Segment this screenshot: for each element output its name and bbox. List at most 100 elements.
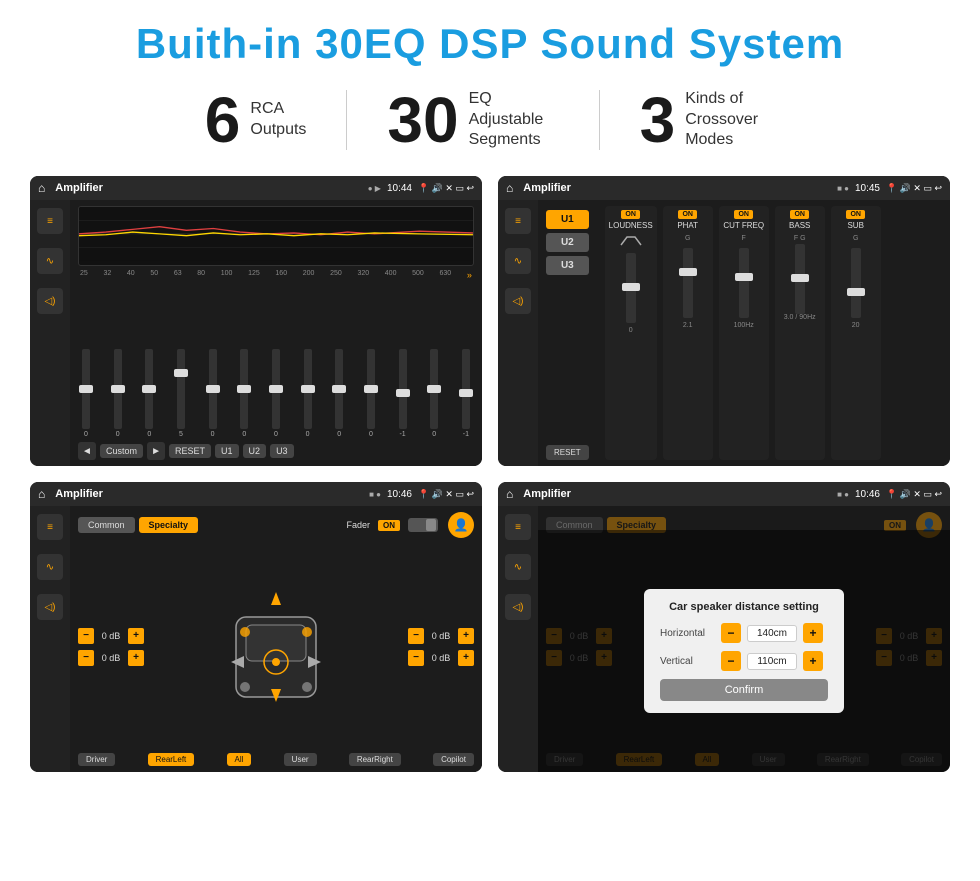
eq-slider-2[interactable]: 0 <box>145 349 153 438</box>
eq-slider-12[interactable]: -1 <box>462 349 470 438</box>
horizontal-value: 140cm <box>747 625 797 642</box>
u3-btn[interactable]: U3 <box>270 444 294 458</box>
fader-on: ON <box>378 520 400 531</box>
stat-rca-number: 6 <box>205 88 241 152</box>
main-title: Buith-in 30EQ DSP Sound System <box>30 20 950 68</box>
db-plus-bl[interactable]: + <box>128 650 144 666</box>
freq-labels: 2532405063 80100125160200 25032040050063… <box>78 270 474 280</box>
screens-grid: ⌂ Amplifier ● ▶ 10:44 📍 🔊 ✕ ▭ ↩ ≡ ∿ ◁) <box>30 176 950 772</box>
db-plus-tl[interactable]: + <box>128 628 144 644</box>
channel-loudness: ON LOUDNESS 0 <box>605 206 657 460</box>
person-icon[interactable]: 👤 <box>448 512 474 538</box>
phat-slider[interactable] <box>683 248 693 318</box>
preset-u3[interactable]: U3 <box>546 256 589 275</box>
screen3-icons: 📍 🔊 ✕ ▭ ↩ <box>418 489 474 500</box>
all-btn[interactable]: All <box>227 753 252 766</box>
speaker-controls-left: − 0 dB + − 0 dB + <box>78 544 144 749</box>
eq-graph <box>78 206 474 266</box>
crossover-tabs: Common Specialty Fader ON 👤 <box>78 512 474 538</box>
preset-buttons: U1 U2 U3 RESET <box>546 206 589 460</box>
preset-u2[interactable]: U2 <box>546 233 589 252</box>
wave-icon-2[interactable]: ∿ <box>505 248 531 274</box>
sub-slider[interactable] <box>851 248 861 318</box>
preset-u1[interactable]: U1 <box>546 210 589 229</box>
eq-slider-4[interactable]: 0 <box>209 349 217 438</box>
tab-common[interactable]: Common <box>78 517 135 533</box>
horizontal-label: Horizontal <box>660 628 715 639</box>
car-diagram <box>152 544 400 749</box>
speaker-icon[interactable]: ◁) <box>37 288 63 314</box>
eq-slider-0[interactable]: 0 <box>82 349 90 438</box>
next-arrow[interactable]: ► <box>147 442 165 460</box>
eq-icon[interactable]: ≡ <box>37 208 63 234</box>
eq-slider-6[interactable]: 0 <box>272 349 280 438</box>
reset-btn[interactable]: RESET <box>169 444 211 458</box>
u2-btn[interactable]: U2 <box>243 444 267 458</box>
eq-main: 2532405063 80100125160200 25032040050063… <box>70 200 482 466</box>
screen2-title: Amplifier <box>523 182 831 194</box>
eq-slider-5[interactable]: 0 <box>240 349 248 438</box>
user-btn[interactable]: User <box>284 753 317 766</box>
driver-btn[interactable]: Driver <box>78 753 115 766</box>
eq-slider-8[interactable]: 0 <box>335 349 343 438</box>
wave-icon-3[interactable]: ∿ <box>37 554 63 580</box>
eq-icon-4[interactable]: ≡ <box>505 514 531 540</box>
vertical-plus[interactable]: + <box>803 651 823 671</box>
db-minus-br[interactable]: − <box>408 650 424 666</box>
horizontal-plus[interactable]: + <box>803 623 823 643</box>
db-plus-tr[interactable]: + <box>458 628 474 644</box>
wave-icon-4[interactable]: ∿ <box>505 554 531 580</box>
bass-on: ON <box>790 210 809 219</box>
eq-slider-3[interactable]: 5 <box>177 349 185 438</box>
horizontal-row: Horizontal − 140cm + <box>660 623 828 643</box>
horizontal-minus[interactable]: − <box>721 623 741 643</box>
copilot-btn[interactable]: Copilot <box>433 753 474 766</box>
bottom-labels: Driver RearLeft All User RearRight Copil… <box>78 753 474 766</box>
u1-btn[interactable]: U1 <box>215 444 239 458</box>
confirm-button[interactable]: Confirm <box>660 679 828 701</box>
vertical-value: 110cm <box>747 653 797 670</box>
db-control-tl: − 0 dB + <box>78 628 144 644</box>
channel-bass: ON BASS F G 3.0 / 90Hz <box>775 206 825 460</box>
home-icon-3[interactable]: ⌂ <box>38 487 45 501</box>
cutfreq-slider[interactable] <box>739 248 749 318</box>
status-bar-2: ⌂ Amplifier ■ ● 10:45 📍 🔊 ✕ ▭ ↩ <box>498 176 950 200</box>
left-sidebar-4: ≡ ∿ ◁) <box>498 506 538 772</box>
eq-icon-2[interactable]: ≡ <box>505 208 531 234</box>
vertical-minus[interactable]: − <box>721 651 741 671</box>
eq-slider-10[interactable]: -1 <box>399 349 407 438</box>
bass-slider-f[interactable] <box>795 244 805 314</box>
custom-btn[interactable]: Custom <box>100 444 143 458</box>
eq-slider-7[interactable]: 0 <box>304 349 312 438</box>
eq-slider-11[interactable]: 0 <box>430 349 438 438</box>
stat-rca: 6 RCA Outputs <box>165 88 347 152</box>
db-plus-br[interactable]: + <box>458 650 474 666</box>
stat-eq-number: 30 <box>387 88 458 152</box>
screen2-time: 10:45 <box>855 183 880 194</box>
stat-crossover-desc: Kinds of Crossover Modes <box>685 89 775 151</box>
db-minus-bl[interactable]: − <box>78 650 94 666</box>
amp-reset-btn[interactable]: RESET <box>546 445 589 460</box>
eq-icon-3[interactable]: ≡ <box>37 514 63 540</box>
screen3-title: Amplifier <box>55 488 363 500</box>
speaker-icon-4[interactable]: ◁) <box>505 594 531 620</box>
home-icon[interactable]: ⌂ <box>38 181 45 195</box>
rearleft-btn[interactable]: RearLeft <box>148 753 195 766</box>
screen2-icons: 📍 🔊 ✕ ▭ ↩ <box>886 183 942 194</box>
wave-icon[interactable]: ∿ <box>37 248 63 274</box>
home-icon-4[interactable]: ⌂ <box>506 487 513 501</box>
prev-arrow[interactable]: ◄ <box>78 442 96 460</box>
db-minus-tr[interactable]: − <box>408 628 424 644</box>
screen3-dots: ■ ● <box>369 490 381 499</box>
cutfreq-on: ON <box>734 210 753 219</box>
speaker-icon-3[interactable]: ◁) <box>37 594 63 620</box>
speaker-icon-2[interactable]: ◁) <box>505 288 531 314</box>
home-icon-2[interactable]: ⌂ <box>506 181 513 195</box>
eq-slider-1[interactable]: 0 <box>114 349 122 438</box>
eq-slider-9[interactable]: 0 <box>367 349 375 438</box>
db-value-br: 0 dB <box>427 653 455 663</box>
db-minus-tl[interactable]: − <box>78 628 94 644</box>
rearright-btn[interactable]: RearRight <box>349 753 401 766</box>
loudness-slider[interactable] <box>626 253 636 323</box>
tab-specialty[interactable]: Specialty <box>139 517 199 533</box>
